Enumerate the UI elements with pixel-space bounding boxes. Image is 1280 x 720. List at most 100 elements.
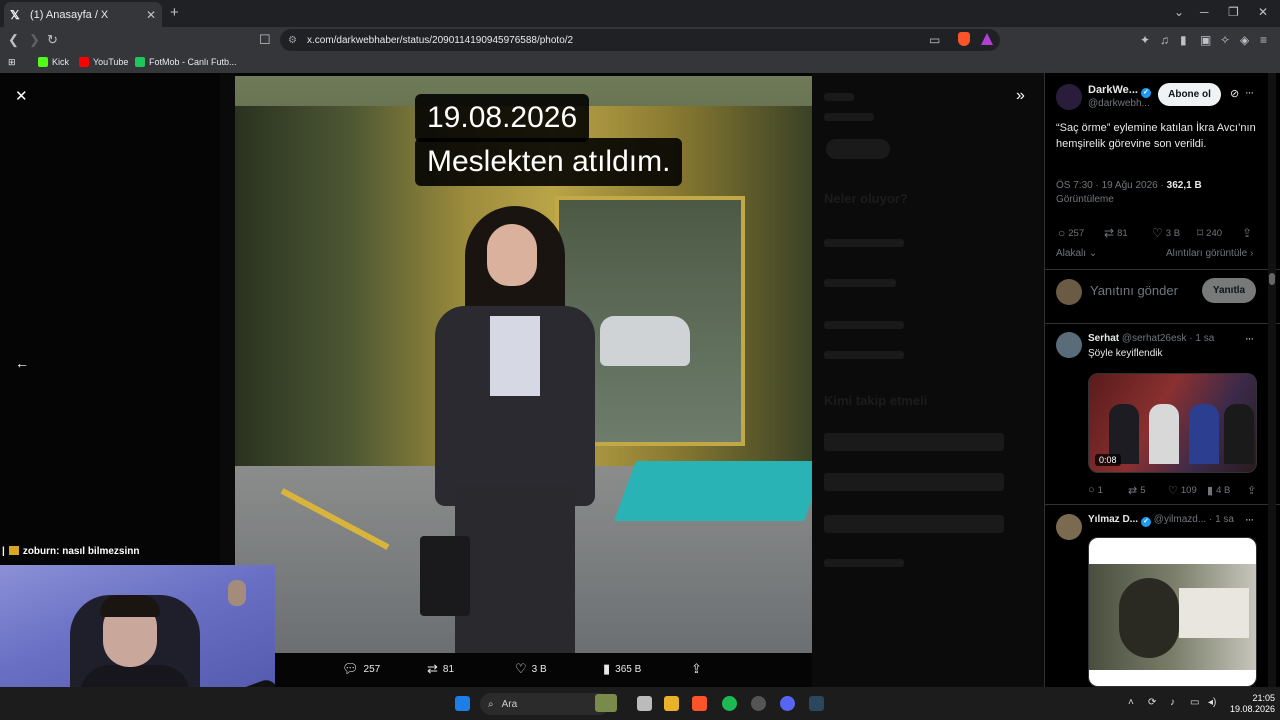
close-viewer-icon[interactable]: ✕ xyxy=(15,87,28,105)
author-name[interactable]: DarkWe... ✓ xyxy=(1088,84,1151,98)
site-info-icon[interactable]: ⚙ xyxy=(288,35,297,46)
obs-icon[interactable] xyxy=(751,696,766,711)
cast-icon[interactable]: ▭ xyxy=(929,33,940,47)
post-like-button[interactable]: ♡ 3 B xyxy=(1152,226,1180,240)
reply-image[interactable] xyxy=(1088,537,1257,687)
reply-submit-button[interactable]: Yanıtla xyxy=(1202,278,1256,303)
reply-avatar[interactable] xyxy=(1056,514,1082,540)
discord-icon[interactable] xyxy=(780,696,795,711)
verified-badge-icon: ✓ xyxy=(1141,517,1152,527)
browser-tab[interactable]: 𝕏 (1) Anasayfa / X ✕ xyxy=(4,2,162,27)
youtube-icon xyxy=(79,57,89,67)
reply-like-button[interactable]: ♡ 109 xyxy=(1168,484,1197,497)
chat-separator-icon: | xyxy=(2,546,5,557)
author-handle[interactable]: @darkwebh... xyxy=(1088,98,1150,109)
system-clock[interactable]: 21:05 19.08.2026 xyxy=(1225,693,1275,715)
reply-button[interactable]: 💬︎ 257 xyxy=(342,661,380,677)
wallet-icon[interactable]: ▣ xyxy=(1200,33,1211,47)
forward-icon[interactable]: ❯ xyxy=(29,32,40,48)
network-icon[interactable]: ▭ xyxy=(1190,697,1199,708)
reply-count: 1 xyxy=(1097,484,1103,496)
back-icon[interactable]: ❮ xyxy=(8,32,19,48)
task-view-icon[interactable] xyxy=(637,696,652,711)
search-icon: ⌕ xyxy=(488,698,494,710)
tab-title: (1) Anasayfa / X xyxy=(30,8,109,21)
post-view-count: 362,1 B xyxy=(1166,180,1202,191)
tab-close-icon[interactable]: ✕ xyxy=(146,8,156,22)
sidebar-icon[interactable]: ▮ xyxy=(1180,33,1187,47)
extensions-icon[interactable]: ✦ xyxy=(1140,33,1150,47)
brave-shields-icon[interactable] xyxy=(958,32,970,46)
apps-icon[interactable]: ⊞ xyxy=(8,57,16,68)
post-reply-button[interactable]: ○ 257 xyxy=(1058,226,1084,240)
post-share-button[interactable]: ⇪ xyxy=(1242,226,1255,240)
grok-icon[interactable]: ⊘ xyxy=(1230,87,1239,100)
repost-icon: ⇄ xyxy=(427,661,438,676)
reply-icon: ○ xyxy=(1058,226,1066,240)
reply-avatar[interactable] xyxy=(1056,332,1082,358)
previous-photo-icon[interactable]: ← xyxy=(15,355,29,371)
collapse-panel-icon[interactable]: » xyxy=(1016,87,1025,105)
minimize-button[interactable]: ─ xyxy=(1200,5,1209,19)
file-explorer-icon[interactable] xyxy=(664,696,679,711)
reply-input[interactable]: Yanıtını gönder xyxy=(1090,283,1178,298)
spotify-icon[interactable] xyxy=(722,696,737,711)
close-window-button[interactable]: ✕ xyxy=(1258,5,1268,19)
more-options-icon[interactable]: ··· xyxy=(1245,514,1254,526)
like-count: 109 xyxy=(1180,485,1197,496)
repost-count: 81 xyxy=(1117,227,1128,239)
heart-icon: ♡ xyxy=(1152,226,1163,240)
brave-rewards-icon[interactable] xyxy=(981,33,993,45)
sort-relevance-dropdown[interactable]: Alakalı ⌄ xyxy=(1056,248,1097,259)
reply-video[interactable]: 0:08 xyxy=(1088,373,1257,473)
share-button[interactable]: ⇪ xyxy=(691,661,707,677)
follow-button[interactable]: Abone ol xyxy=(1158,83,1221,106)
views-button[interactable]: ▮ 365 B xyxy=(603,661,641,677)
vpn-icon[interactable]: ◈ xyxy=(1240,33,1249,47)
post-bookmark-button[interactable]: ⌑ 240 xyxy=(1197,226,1222,240)
post-time: ÖS 7:30 · 19 Ağu 2026 · xyxy=(1056,180,1167,191)
tray-expand-icon[interactable]: ˄ xyxy=(1128,697,1134,708)
reload-icon[interactable]: ↻ xyxy=(47,32,58,48)
like-button[interactable]: ♡ 3 B xyxy=(515,661,547,677)
author-avatar[interactable] xyxy=(1056,84,1082,110)
taskbar-search[interactable]: ⌕ Ara xyxy=(480,693,610,715)
bookmark-youtube[interactable]: YouTube xyxy=(79,57,128,67)
post-repost-button[interactable]: ⇄ 81 xyxy=(1104,226,1128,240)
mic-icon[interactable]: ♪ xyxy=(1170,697,1175,708)
reply-author[interactable]: Serhat @serhat26esk · 1 sa xyxy=(1088,333,1214,344)
media-icon[interactable]: ♫ xyxy=(1160,33,1169,47)
photo-caption-text: Meslekten atıldım. xyxy=(415,138,683,186)
brave-browser-icon[interactable] xyxy=(692,696,707,711)
maximize-button[interactable]: ❐ xyxy=(1228,5,1239,19)
reply-views-button[interactable]: ▮ 4 B xyxy=(1207,484,1230,497)
bookmark-fotmob[interactable]: FotMob - Canlı Futb... xyxy=(135,57,237,67)
bookmark-kick[interactable]: Kick xyxy=(38,57,69,67)
leo-icon[interactable]: ✧ xyxy=(1220,33,1230,47)
reply-author[interactable]: Yılmaz D... ✓ @yilmazd... · 1 sa xyxy=(1088,514,1234,527)
more-options-icon[interactable]: ··· xyxy=(1245,87,1254,99)
menu-icon[interactable]: ≡ xyxy=(1260,33,1267,47)
reply-reply-button[interactable]: ○ 1 xyxy=(1088,484,1103,496)
reply-share-button[interactable]: ⇪ xyxy=(1247,484,1259,497)
reply-repost-button[interactable]: ⇄ 5 xyxy=(1128,484,1146,497)
tray-app-icon[interactable]: ⟳ xyxy=(1148,697,1156,708)
tab-search-icon[interactable]: ⌄ xyxy=(1174,5,1184,19)
view-quotes-link[interactable]: Alıntıları görüntüle › xyxy=(1166,248,1253,259)
volume-icon[interactable]: ◂) xyxy=(1208,697,1216,708)
sidebar-scrollbar[interactable] xyxy=(1268,73,1276,687)
start-icon[interactable] xyxy=(455,696,470,711)
widget-icon[interactable] xyxy=(595,694,617,712)
url-bar[interactable]: ⚙ x.com/darkwebhaber/status/209011419094… xyxy=(280,29,1000,51)
bookmark-label: FotMob - Canlı Futb... xyxy=(149,57,237,67)
photo-caption-date: 19.08.2026 xyxy=(415,94,590,142)
bookmark-icon[interactable]: ☐ xyxy=(259,32,271,48)
new-tab-button[interactable]: + xyxy=(170,4,179,21)
more-options-icon[interactable]: ··· xyxy=(1245,333,1254,345)
reply-author-name: Serhat xyxy=(1088,333,1120,344)
repost-button[interactable]: ⇄ 81 xyxy=(427,661,454,677)
reply-count: 257 xyxy=(363,663,381,675)
parked-car xyxy=(600,316,690,366)
steam-icon[interactable] xyxy=(809,696,824,711)
views-label: Görüntüleme xyxy=(1056,194,1114,205)
